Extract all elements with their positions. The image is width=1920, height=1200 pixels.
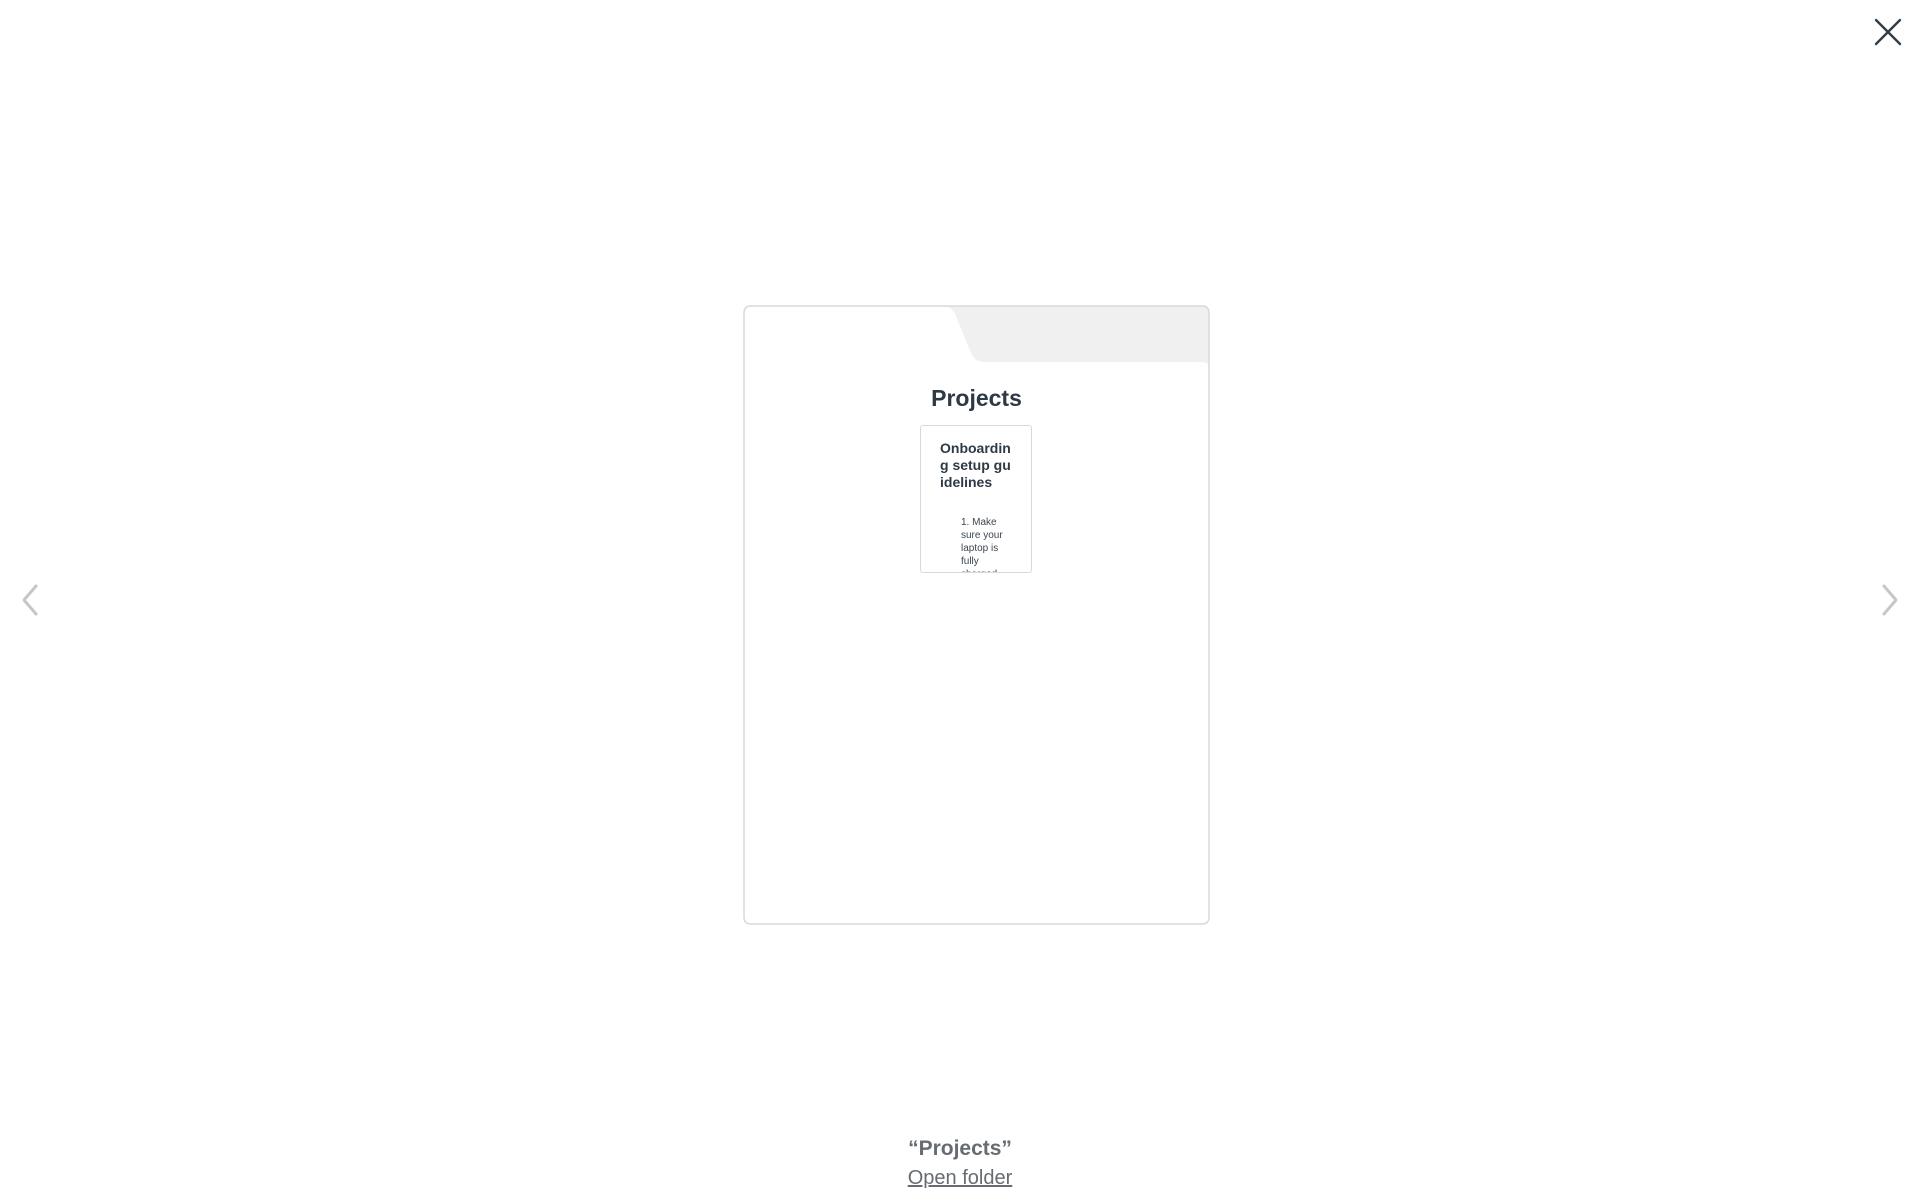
document-body-preview: 1. Make sure your laptop is fully charge…: [961, 517, 1003, 572]
open-folder-container: Open folder: [0, 1167, 1920, 1190]
folder-preview: Projects Onboarding setup guidelines 1. …: [743, 305, 1210, 925]
document-title: Onboarding setup guidelines: [940, 440, 1011, 490]
close-button[interactable]: [1868, 12, 1908, 52]
folder-title: Projects: [931, 385, 1022, 411]
folder-name-caption: “Projects”: [908, 1137, 1012, 1160]
open-folder-link[interactable]: Open folder: [908, 1167, 1013, 1189]
folder-preview-viewer: Projects Onboarding setup guidelines 1. …: [0, 0, 1920, 1200]
next-button[interactable]: [1870, 578, 1910, 622]
chevron-right-icon: [1882, 584, 1898, 616]
document-thumbnail[interactable]: Onboarding setup guidelines 1. Make sure…: [920, 425, 1032, 573]
chevron-left-icon: [22, 584, 38, 616]
close-icon: [1874, 18, 1902, 46]
previous-button[interactable]: [10, 578, 50, 622]
